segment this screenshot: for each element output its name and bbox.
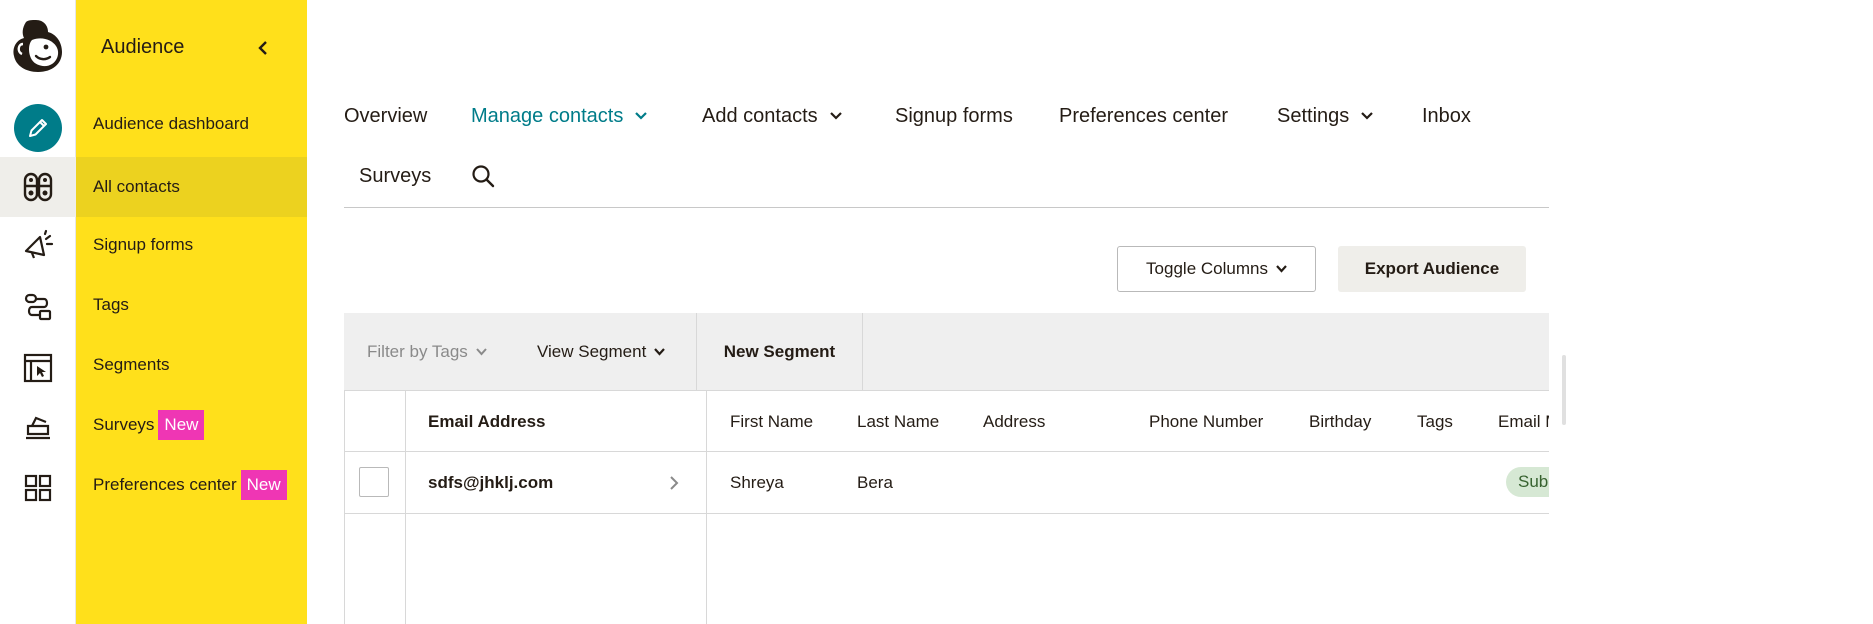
subnav-item-label: All contacts (93, 177, 180, 196)
chevron-down-icon (1276, 265, 1287, 273)
row-select-checkbox[interactable] (359, 467, 389, 497)
view-segment-dropdown[interactable]: View Segment (537, 313, 666, 390)
column-header-tags[interactable]: Tags (1417, 391, 1453, 452)
chevron-left-icon (256, 40, 270, 56)
new-badge: New (240, 470, 287, 500)
rail-campaigns[interactable] (0, 215, 76, 275)
mailchimp-logo-icon[interactable] (8, 14, 68, 78)
chevron-down-icon (829, 112, 842, 120)
collapse-subnav-button[interactable] (252, 37, 274, 59)
column-header-birthday[interactable]: Birthday (1309, 391, 1371, 452)
tab-preferences-center[interactable]: Preferences center (1059, 94, 1228, 138)
integrations-grid-icon (23, 473, 53, 503)
tab-label: Manage contacts (471, 104, 624, 127)
tab-label: Overview (344, 104, 428, 127)
filter-bar: Filter by Tags View Segment New Segment (344, 313, 1549, 390)
search-button[interactable] (471, 154, 495, 198)
tab-label: Preferences center (1059, 104, 1228, 127)
chevron-down-icon (654, 347, 666, 356)
chevron-down-icon (1361, 112, 1374, 120)
subnav-item-preferences-center[interactable]: Preferences center New (76, 455, 307, 515)
rail-automations[interactable] (0, 277, 76, 337)
row-first-name: Shreya (730, 473, 784, 492)
subnav-item-surveys[interactable]: Surveys New (76, 395, 307, 455)
export-audience-label: Export Audience (1364, 259, 1500, 278)
automations-icon (22, 291, 54, 323)
export-audience-button[interactable]: Export Audience (1338, 246, 1526, 292)
rail-website[interactable] (0, 338, 76, 398)
new-segment-label: New Segment (723, 341, 836, 361)
filter-by-tags-label: Filter by Tags (367, 341, 468, 361)
tabs-divider (344, 207, 1549, 208)
column-header-email[interactable]: Email Address (428, 391, 545, 452)
status-badge: Sub (1506, 467, 1549, 497)
toggle-columns-button[interactable]: Toggle Columns (1117, 246, 1316, 292)
subnav-item-audience-dashboard[interactable]: Audience dashboard (76, 94, 307, 154)
search-icon (471, 164, 495, 188)
rail-content[interactable] (0, 398, 76, 458)
tab-surveys[interactable]: Surveys (359, 154, 431, 198)
horizontal-scrollbar[interactable] (1562, 355, 1566, 425)
subnav-title: Audience (101, 36, 185, 58)
column-header-email-marketing[interactable]: Email M (1498, 391, 1549, 452)
tab-label: Add contacts (702, 104, 818, 127)
tab-label: Inbox (1422, 104, 1471, 127)
subnav-item-signup-forms[interactable]: Signup forms (76, 215, 307, 275)
tab-signup-forms[interactable]: Signup forms (895, 94, 1013, 138)
toggle-columns-label: Toggle Columns (1146, 259, 1268, 278)
tab-overview[interactable]: Overview (344, 94, 427, 138)
chevron-down-icon (476, 347, 487, 356)
subnav-item-label: Signup forms (93, 235, 194, 254)
chevron-right-icon[interactable] (670, 476, 679, 490)
column-header-first-name[interactable]: First Name (730, 391, 813, 452)
new-badge: New (158, 410, 205, 440)
pencil-create-icon (25, 115, 51, 141)
rail-integrations[interactable] (0, 458, 76, 518)
new-segment-button[interactable]: New Segment (697, 313, 862, 390)
filter-by-tags-dropdown[interactable]: Filter by Tags (367, 313, 487, 390)
column-header-phone-number[interactable]: Phone Number (1149, 391, 1263, 452)
divider (862, 313, 863, 390)
subnav-item-segments[interactable]: Segments (76, 335, 307, 395)
view-segment-label: View Segment (537, 341, 647, 361)
tab-settings[interactable]: Settings (1277, 94, 1374, 138)
icon-rail (0, 0, 76, 624)
tab-add-contacts[interactable]: Add contacts (702, 94, 842, 138)
tab-inbox[interactable]: Inbox (1422, 94, 1471, 138)
tab-manage-contacts[interactable]: Manage contacts (471, 94, 648, 138)
column-header-address[interactable]: Address (983, 391, 1045, 452)
create-button[interactable] (14, 104, 62, 152)
tab-label: Surveys (359, 164, 432, 187)
content-studio-icon (22, 412, 54, 444)
status-badge-label: Sub (1518, 472, 1549, 491)
audience-subnav: Audience Audience dashboard All contacts… (76, 0, 307, 624)
row-last-name: Bera (857, 473, 893, 492)
rail-audience[interactable] (0, 157, 76, 217)
subnav-item-label: Preferences center (93, 475, 237, 494)
subnav-item-label: Tags (93, 295, 129, 314)
subnav-item-tags[interactable]: Tags (76, 275, 307, 335)
subnav-item-label: Audience dashboard (93, 114, 249, 133)
tab-label: Signup forms (895, 104, 1013, 127)
table-header: Email Address First Name Last Name Addre… (344, 390, 1549, 452)
table-row[interactable]: sdfs@jhklj.com Shreya Bera Sub (344, 452, 1549, 514)
row-email[interactable]: sdfs@jhklj.com (428, 452, 553, 514)
subnav-item-label: Segments (93, 355, 170, 374)
audience-icon (22, 171, 54, 203)
chevron-down-icon (635, 112, 648, 120)
website-icon (22, 352, 54, 384)
subnav-item-label: Surveys (93, 415, 155, 434)
contacts-table: Email Address First Name Last Name Addre… (344, 390, 1549, 624)
campaigns-megaphone-icon (22, 229, 54, 261)
tab-label: Settings (1277, 104, 1350, 127)
subnav-item-all-contacts[interactable]: All contacts (76, 157, 307, 217)
column-header-last-name[interactable]: Last Name (857, 391, 939, 452)
